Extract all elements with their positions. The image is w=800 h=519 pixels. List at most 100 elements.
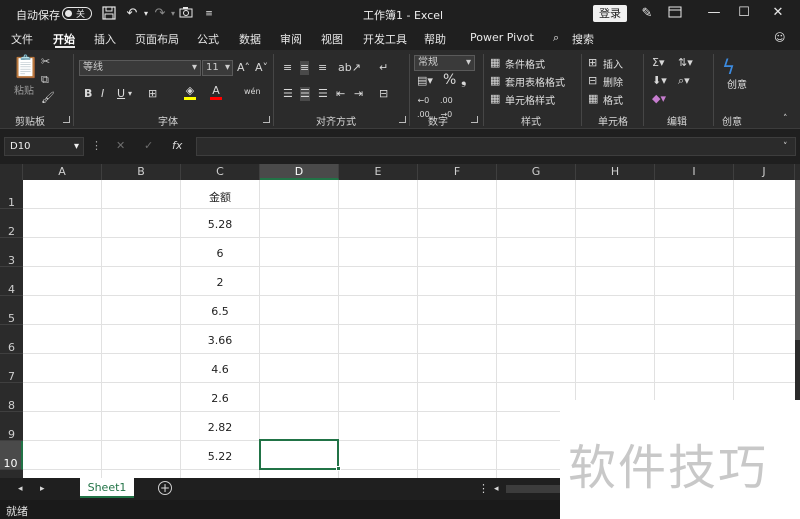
font-launcher-icon[interactable] [263,116,270,123]
cell-c3[interactable]: 6 [181,247,259,260]
column-header[interactable]: E [339,164,418,180]
tab-page-layout[interactable]: 页面布局 [135,31,179,47]
scroll-left-icon[interactable]: ◂ [494,482,499,496]
column-header[interactable]: F [418,164,497,180]
close-button[interactable]: ✕ [758,2,798,24]
tab-split-icon[interactable]: ⋮ [478,482,489,496]
decrease-indent-icon[interactable]: ⇤ [336,87,345,101]
cell-c4[interactable]: 2 [181,276,259,289]
find-select-icon[interactable]: ⌕▾ [678,74,690,88]
formula-input[interactable] [196,137,796,156]
cell-c5[interactable]: 6.5 [181,305,259,318]
fill-handle[interactable] [336,466,341,471]
number-launcher-icon[interactable] [471,116,478,123]
paste-icon[interactable]: 📋 [12,56,39,80]
add-sheet-icon[interactable]: + [158,481,172,495]
column-header[interactable]: I [655,164,734,180]
active-cell-d10[interactable] [259,439,339,470]
autosum-icon[interactable]: Σ▾ [652,56,664,70]
row-header[interactable]: 9 [0,412,23,441]
increase-indent-icon[interactable]: ⇥ [354,87,363,101]
font-size-combo[interactable]: 11 ▾ [202,60,233,76]
cell-c6[interactable]: 3.66 [181,334,259,347]
row-header[interactable]: 1 [0,180,23,209]
sheet-tab-sheet1[interactable]: Sheet1 [80,478,134,498]
cell-styles-icon[interactable]: ▦ [490,92,500,106]
smiley-icon[interactable]: ☺ [774,31,785,44]
delete-cells-icon[interactable]: ⊟ [588,74,597,88]
phonetic-icon[interactable]: wén [244,85,261,99]
tab-formulas[interactable]: 公式 [197,31,219,47]
tab-help[interactable]: 帮助 [424,31,446,47]
row-header[interactable]: 5 [0,296,23,325]
cell-styles-button[interactable]: 单元格样式 [505,92,555,107]
column-header-selected[interactable]: D [260,164,339,180]
tab-data[interactable]: 数据 [239,31,261,47]
row-header-selected[interactable]: 10 [0,441,23,470]
cell-c2[interactable]: 5.28 [181,218,259,231]
expand-formula-icon[interactable]: ˅ [783,140,788,154]
customize-qat-icon[interactable]: ≡ [201,6,217,22]
ribbon-display-icon[interactable] [667,6,683,22]
delete-cells-button[interactable]: 删除 [603,74,623,89]
font-color-button[interactable]: A [210,84,222,100]
column-header[interactable]: C [181,164,260,180]
prev-sheet-icon[interactable]: ◂ [18,482,23,496]
tab-developer[interactable]: 开发工具 [363,31,407,47]
confirm-entry-icon[interactable]: ✓ [144,139,153,153]
bold-button[interactable]: B [84,87,92,101]
row-header[interactable]: 3 [0,238,23,267]
vertical-scroll-thumb[interactable] [795,180,800,340]
cancel-entry-icon[interactable]: ✕ [116,139,125,153]
comma-icon[interactable]: ❟ [461,73,467,87]
tab-insert[interactable]: 插入 [94,31,116,47]
clear-icon[interactable]: ◆▾ [652,92,666,106]
align-left-icon[interactable]: ☰ [283,87,293,101]
increase-font-icon[interactable]: A˄ [237,61,250,75]
row-header[interactable]: 2 [0,209,23,238]
insert-cells-button[interactable]: 插入 [603,56,623,71]
insert-cells-icon[interactable]: ⊞ [588,56,597,70]
insert-function-icon[interactable]: fx [172,139,182,153]
currency-icon[interactable]: ▤▾ [417,74,433,88]
tab-file[interactable]: 文件 [11,31,33,47]
table-format-button[interactable]: 套用表格格式 [505,74,565,89]
column-header[interactable]: B [102,164,181,180]
align-top-icon[interactable]: ≡ [283,61,292,75]
fill-icon[interactable]: ⬇▾ [652,74,667,88]
table-format-icon[interactable]: ▦ [490,74,500,88]
align-middle-icon[interactable]: ≡ [300,61,310,75]
align-right-icon[interactable]: ☰ [318,87,328,101]
conditional-format-icon[interactable]: ▦ [490,56,500,70]
column-header[interactable]: A [23,164,102,180]
search-label[interactable]: 搜索 [572,31,594,47]
sort-filter-icon[interactable]: ⇅▾ [678,56,693,70]
fill-color-icon[interactable]: ◈ [184,84,196,100]
cell-c7[interactable]: 4.6 [181,363,259,376]
orientation-icon[interactable]: ab↗ [338,61,361,75]
tab-review[interactable]: 审阅 [280,31,302,47]
column-header[interactable]: G [497,164,576,180]
camera-icon[interactable] [178,6,194,22]
tab-home[interactable]: 开始 [53,31,75,47]
collapse-ribbon-icon[interactable]: ˄ [783,112,788,126]
paste-label[interactable]: 粘贴 [14,82,34,97]
tab-view[interactable]: 视图 [321,31,343,47]
cut-icon[interactable]: ✂ [41,55,50,69]
borders-icon[interactable]: ⊞ [148,87,157,101]
search-icon[interactable]: ⌕ [553,31,559,45]
underline-button[interactable]: U [117,87,125,101]
next-sheet-icon[interactable]: ▸ [40,482,45,496]
alignment-launcher-icon[interactable] [399,116,406,123]
name-box[interactable]: D10 ▾ [4,137,84,156]
align-center-icon[interactable]: ☰ [300,87,310,101]
chevron-down-icon[interactable]: ▾ [128,87,132,101]
column-header[interactable]: J [734,164,795,180]
row-header[interactable]: 8 [0,383,23,412]
row-header[interactable]: 4 [0,267,23,296]
format-cells-button[interactable]: 格式 [603,92,623,107]
select-all-corner[interactable] [0,164,23,180]
align-bottom-icon[interactable]: ≡ [318,61,327,75]
pen-icon[interactable]: ✎ [639,6,655,22]
lightning-icon[interactable]: ϟ [722,56,735,78]
